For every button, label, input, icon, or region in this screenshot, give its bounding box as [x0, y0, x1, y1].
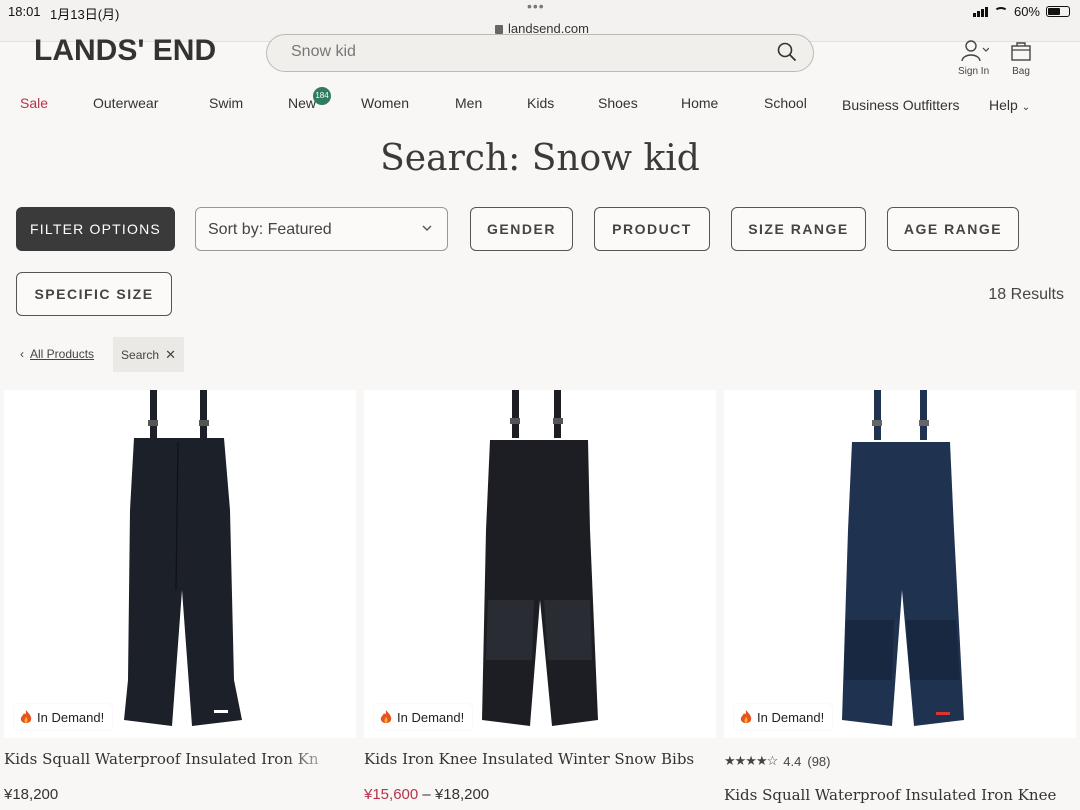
nav-item-women[interactable]: Women: [361, 95, 409, 111]
results-count: 18 Results: [988, 286, 1064, 303]
badge-label: In Demand!: [37, 709, 105, 725]
signal-icon: [972, 6, 988, 17]
sort-select[interactable]: Sort by: Featured: [195, 207, 448, 251]
status-time: 18:01: [8, 4, 41, 19]
nav-item-school[interactable]: School: [764, 95, 807, 111]
star-rating-icon: ★★★★☆: [724, 753, 778, 768]
nav-item-men[interactable]: Men: [455, 95, 482, 111]
bag-icon: [1011, 42, 1031, 61]
sale-price: ¥15,600: [364, 786, 419, 803]
product-image[interactable]: In Demand!: [364, 390, 716, 738]
product-rating[interactable]: ★★★★☆ 4.4 (98): [724, 753, 830, 769]
sign-in-button[interactable]: Sign In: [958, 40, 989, 77]
product-price: ¥15,600 – ¥18,200: [364, 786, 489, 803]
nav-item-kids[interactable]: Kids: [527, 95, 554, 111]
main-nav: Sale Outerwear Swim New Women Men Kids S…: [0, 95, 1080, 115]
age-range-filter-button[interactable]: AGE RANGE: [887, 207, 1019, 251]
snow-bib-image: [482, 390, 598, 726]
product-name[interactable]: Kids Iron Knee Insulated Winter Snow Bib…: [364, 750, 704, 768]
chip-label: Search: [121, 347, 160, 362]
product-name[interactable]: Kids Squall Waterproof Insulated Iron Kn…: [724, 786, 1064, 804]
product-card[interactable]: In Demand! Kids Iron Knee Insulated Wint…: [364, 390, 716, 810]
product-image[interactable]: In Demand!: [724, 390, 1076, 738]
in-demand-badge: In Demand!: [734, 704, 833, 730]
chevron-left-icon: ‹: [20, 347, 24, 361]
snow-bib-image: [842, 390, 964, 726]
chevron-down-icon: ⌄: [1021, 102, 1031, 113]
badge-label: In Demand!: [397, 709, 465, 725]
regular-price: ¥18,200: [434, 786, 490, 803]
specific-size-filter-button[interactable]: SPECIFIC SIZE: [16, 272, 172, 316]
in-demand-badge: In Demand!: [374, 704, 473, 730]
search-input[interactable]: [291, 43, 751, 61]
product-name[interactable]: Kids Squall Waterproof Insulated Iron Kn: [4, 750, 344, 768]
search-icon[interactable]: [777, 42, 797, 62]
rating-count: (98): [807, 753, 831, 769]
search-bar[interactable]: [266, 34, 814, 72]
user-icon: [960, 40, 989, 62]
nav-item-sale[interactable]: Sale: [20, 95, 48, 111]
tab-dots-icon[interactable]: •••: [527, 0, 545, 14]
product-name-text: Kids Squall Waterproof Insulated Iron Kn: [4, 750, 319, 768]
bag-label: Bag: [1012, 66, 1030, 77]
in-demand-badge: In Demand!: [14, 704, 113, 730]
battery-icon: [1046, 6, 1070, 17]
nav-item-help[interactable]: Help ⌄: [989, 97, 1030, 113]
bag-button[interactable]: Bag: [1010, 40, 1032, 77]
snow-bib-image: [124, 390, 242, 726]
product-price: ¥18,200: [4, 786, 59, 803]
fire-icon: [380, 709, 392, 723]
rating-value: 4.4: [783, 753, 802, 769]
product-filter-button[interactable]: PRODUCT: [594, 207, 710, 251]
name-fade: [284, 750, 344, 768]
gender-filter-button[interactable]: GENDER: [470, 207, 573, 251]
page-title: Search: Snow kid: [380, 138, 700, 179]
search-filter-chip[interactable]: Search ✕: [113, 337, 184, 372]
help-label: Help: [989, 97, 1018, 113]
status-date: 1月13日(月): [50, 7, 120, 22]
all-products-label: All Products: [30, 347, 95, 361]
site-logo[interactable]: LANDS' END: [34, 36, 216, 66]
breadcrumb-all-products[interactable]: ‹ All Products: [20, 347, 94, 361]
lock-icon: [495, 25, 503, 34]
product-card[interactable]: In Demand! Kids Squall Waterproof Insula…: [4, 390, 356, 810]
close-icon[interactable]: ✕: [165, 347, 176, 363]
nav-item-shoes[interactable]: Shoes: [598, 95, 638, 111]
sort-label: Sort by: Featured: [208, 221, 332, 238]
chevron-down-icon: [422, 225, 432, 231]
nav-item-home[interactable]: Home: [681, 95, 718, 111]
filter-options-button[interactable]: FILTER OPTIONS: [16, 207, 175, 251]
price-separator: –: [418, 786, 435, 803]
sign-in-label: Sign In: [958, 66, 990, 77]
nav-item-new[interactable]: New: [288, 95, 316, 111]
nav-item-outerwear[interactable]: Outerwear: [93, 95, 158, 111]
fire-icon: [740, 709, 752, 723]
wifi-icon: [993, 6, 1008, 17]
product-image[interactable]: In Demand!: [4, 390, 356, 738]
fire-icon: [20, 709, 32, 723]
nav-item-swim[interactable]: Swim: [209, 95, 243, 111]
product-card[interactable]: In Demand! ★★★★☆ 4.4 (98) Kids Squall Wa…: [724, 390, 1076, 810]
new-count-badge: 184: [313, 87, 331, 105]
battery-percent: 60%: [1013, 4, 1040, 19]
nav-item-business-outfitters[interactable]: Business Outfitters: [842, 97, 960, 113]
status-indicators: 60%: [972, 4, 1070, 19]
size-range-filter-button[interactable]: SIZE RANGE: [731, 207, 866, 251]
badge-label: In Demand!: [757, 709, 825, 725]
